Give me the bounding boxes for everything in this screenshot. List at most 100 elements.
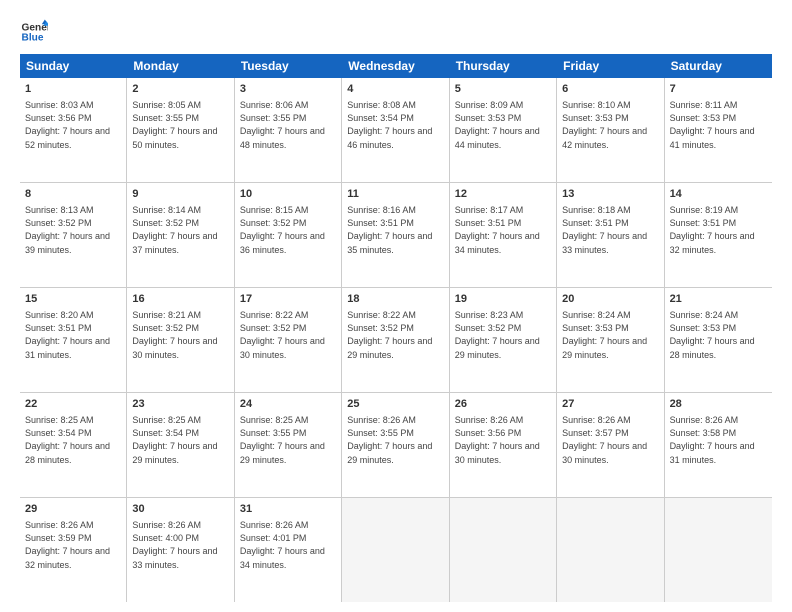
day-number: 23 <box>132 397 228 412</box>
day-number: 15 <box>25 292 121 307</box>
calendar-empty-cell <box>450 498 557 602</box>
calendar-day-cell: 26 Sunrise: 8:26 AMSunset: 3:56 PMDayligh… <box>450 393 557 497</box>
day-number: 7 <box>670 82 767 97</box>
calendar-header-cell: Thursday <box>450 54 557 78</box>
calendar-day-cell: 11Sunrise: 8:16 AMSunset: 3:51 PMDayligh… <box>342 183 449 287</box>
day-details: Sunrise: 8:26 AMSunset: 4:00 PMDaylight:… <box>132 519 228 571</box>
calendar-week-row: 29 Sunrise: 8:26 AMSunset: 3:59 PMDayligh… <box>20 498 772 602</box>
calendar-day-cell: 10Sunrise: 8:15 AMSunset: 3:52 PMDayligh… <box>235 183 342 287</box>
day-number: 26 <box>455 397 551 412</box>
day-details: Sunrise: 8:08 AMSunset: 3:54 PMDaylight:… <box>347 99 443 151</box>
day-details: Sunrise: 8:24 AMSunset: 3:53 PMDaylight:… <box>562 309 658 361</box>
calendar-header-cell: Wednesday <box>342 54 449 78</box>
calendar: SundayMondayTuesdayWednesdayThursdayFrid… <box>20 54 772 602</box>
calendar-empty-cell <box>557 498 664 602</box>
day-details: Sunrise: 8:17 AMSunset: 3:51 PMDaylight:… <box>455 204 551 256</box>
calendar-day-cell: 29 Sunrise: 8:26 AMSunset: 3:59 PMDayligh… <box>20 498 127 602</box>
page: General Blue SundayMondayTuesdayWednesda… <box>0 0 792 612</box>
day-details: Sunrise: 8:19 AMSunset: 3:51 PMDaylight:… <box>670 204 767 256</box>
day-details: Sunrise: 8:14 AMSunset: 3:52 PMDaylight:… <box>132 204 228 256</box>
calendar-day-cell: 8 Sunrise: 8:13 AMSunset: 3:52 PMDaylight… <box>20 183 127 287</box>
day-details: Sunrise: 8:03 AMSunset: 3:56 PMDaylight:… <box>25 99 121 151</box>
day-number: 21 <box>670 292 767 307</box>
day-details: Sunrise: 8:25 AMSunset: 3:55 PMDaylight:… <box>240 414 336 466</box>
calendar-day-cell: 23 Sunrise: 8:25 AMSunset: 3:54 PMDayligh… <box>127 393 234 497</box>
day-number: 3 <box>240 82 336 97</box>
calendar-week-row: 8 Sunrise: 8:13 AMSunset: 3:52 PMDaylight… <box>20 183 772 288</box>
day-details: Sunrise: 8:06 AMSunset: 3:55 PMDaylight:… <box>240 99 336 151</box>
svg-text:Blue: Blue <box>22 33 44 44</box>
day-number: 17 <box>240 292 336 307</box>
day-details: Sunrise: 8:25 AMSunset: 3:54 PMDaylight:… <box>25 414 121 466</box>
day-details: Sunrise: 8:26 AMSunset: 3:56 PMDaylight:… <box>455 414 551 466</box>
calendar-day-cell: 22 Sunrise: 8:25 AMSunset: 3:54 PMDayligh… <box>20 393 127 497</box>
calendar-day-cell: 15 Sunrise: 8:20 AMSunset: 3:51 PMDayligh… <box>20 288 127 392</box>
day-number: 12 <box>455 187 551 202</box>
day-number: 9 <box>132 187 228 202</box>
calendar-day-cell: 9 Sunrise: 8:14 AMSunset: 3:52 PMDaylight… <box>127 183 234 287</box>
day-details: Sunrise: 8:22 AMSunset: 3:52 PMDaylight:… <box>347 309 443 361</box>
day-details: Sunrise: 8:22 AMSunset: 3:52 PMDaylight:… <box>240 309 336 361</box>
calendar-day-cell: 6Sunrise: 8:10 AMSunset: 3:53 PMDaylight… <box>557 78 664 182</box>
day-details: Sunrise: 8:11 AMSunset: 3:53 PMDaylight:… <box>670 99 767 151</box>
day-number: 25 <box>347 397 443 412</box>
day-number: 4 <box>347 82 443 97</box>
calendar-day-cell: 1 Sunrise: 8:03 AMSunset: 3:56 PMDaylight… <box>20 78 127 182</box>
calendar-day-cell: 3 Sunrise: 8:06 AMSunset: 3:55 PMDaylight… <box>235 78 342 182</box>
day-details: Sunrise: 8:26 AMSunset: 3:55 PMDaylight:… <box>347 414 443 466</box>
calendar-day-cell: 14 Sunrise: 8:19 AMSunset: 3:51 PMDayligh… <box>665 183 772 287</box>
calendar-day-cell: 2 Sunrise: 8:05 AMSunset: 3:55 PMDaylight… <box>127 78 234 182</box>
day-number: 5 <box>455 82 551 97</box>
day-details: Sunrise: 8:09 AMSunset: 3:53 PMDaylight:… <box>455 99 551 151</box>
day-number: 2 <box>132 82 228 97</box>
day-details: Sunrise: 8:26 AMSunset: 3:57 PMDaylight:… <box>562 414 658 466</box>
day-details: Sunrise: 8:26 AMSunset: 3:58 PMDaylight:… <box>670 414 767 466</box>
day-number: 1 <box>25 82 121 97</box>
day-number: 30 <box>132 502 228 517</box>
day-number: 24 <box>240 397 336 412</box>
calendar-day-cell: 28 Sunrise: 8:26 AMSunset: 3:58 PMDayligh… <box>665 393 772 497</box>
calendar-day-cell: 25 Sunrise: 8:26 AMSunset: 3:55 PMDayligh… <box>342 393 449 497</box>
calendar-week-row: 15 Sunrise: 8:20 AMSunset: 3:51 PMDayligh… <box>20 288 772 393</box>
day-number: 22 <box>25 397 121 412</box>
day-number: 31 <box>240 502 336 517</box>
calendar-day-cell: 30 Sunrise: 8:26 AMSunset: 4:00 PMDayligh… <box>127 498 234 602</box>
day-number: 28 <box>670 397 767 412</box>
day-details: Sunrise: 8:24 AMSunset: 3:53 PMDaylight:… <box>670 309 767 361</box>
logo-icon: General Blue <box>20 18 48 46</box>
calendar-header-cell: Sunday <box>20 54 127 78</box>
day-number: 19 <box>455 292 551 307</box>
day-details: Sunrise: 8:26 AMSunset: 4:01 PMDaylight:… <box>240 519 336 571</box>
calendar-day-cell: 12 Sunrise: 8:17 AMSunset: 3:51 PMDayligh… <box>450 183 557 287</box>
day-number: 11 <box>347 187 443 202</box>
calendar-week-row: 22 Sunrise: 8:25 AMSunset: 3:54 PMDayligh… <box>20 393 772 498</box>
day-details: Sunrise: 8:05 AMSunset: 3:55 PMDaylight:… <box>132 99 228 151</box>
day-number: 18 <box>347 292 443 307</box>
calendar-day-cell: 24 Sunrise: 8:25 AMSunset: 3:55 PMDayligh… <box>235 393 342 497</box>
calendar-day-cell: 27 Sunrise: 8:26 AMSunset: 3:57 PMDayligh… <box>557 393 664 497</box>
day-details: Sunrise: 8:15 AMSunset: 3:52 PMDaylight:… <box>240 204 336 256</box>
calendar-day-cell: 7 Sunrise: 8:11 AMSunset: 3:53 PMDaylight… <box>665 78 772 182</box>
calendar-empty-cell <box>665 498 772 602</box>
day-details: Sunrise: 8:20 AMSunset: 3:51 PMDaylight:… <box>25 309 121 361</box>
day-details: Sunrise: 8:26 AMSunset: 3:59 PMDaylight:… <box>25 519 121 571</box>
day-number: 20 <box>562 292 658 307</box>
calendar-header: SundayMondayTuesdayWednesdayThursdayFrid… <box>20 54 772 78</box>
calendar-header-cell: Saturday <box>665 54 772 78</box>
calendar-header-cell: Friday <box>557 54 664 78</box>
calendar-body: 1 Sunrise: 8:03 AMSunset: 3:56 PMDaylight… <box>20 78 772 602</box>
calendar-day-cell: 20 Sunrise: 8:24 AMSunset: 3:53 PMDayligh… <box>557 288 664 392</box>
day-number: 14 <box>670 187 767 202</box>
day-details: Sunrise: 8:25 AMSunset: 3:54 PMDaylight:… <box>132 414 228 466</box>
day-details: Sunrise: 8:21 AMSunset: 3:52 PMDaylight:… <box>132 309 228 361</box>
day-number: 27 <box>562 397 658 412</box>
calendar-day-cell: 21 Sunrise: 8:24 AMSunset: 3:53 PMDayligh… <box>665 288 772 392</box>
day-number: 29 <box>25 502 121 517</box>
header: General Blue <box>20 18 772 46</box>
calendar-header-cell: Tuesday <box>235 54 342 78</box>
calendar-day-cell: 19Sunrise: 8:23 AMSunset: 3:52 PMDayligh… <box>450 288 557 392</box>
logo: General Blue <box>20 18 48 46</box>
day-number: 8 <box>25 187 121 202</box>
day-details: Sunrise: 8:13 AMSunset: 3:52 PMDaylight:… <box>25 204 121 256</box>
calendar-day-cell: 4 Sunrise: 8:08 AMSunset: 3:54 PMDaylight… <box>342 78 449 182</box>
